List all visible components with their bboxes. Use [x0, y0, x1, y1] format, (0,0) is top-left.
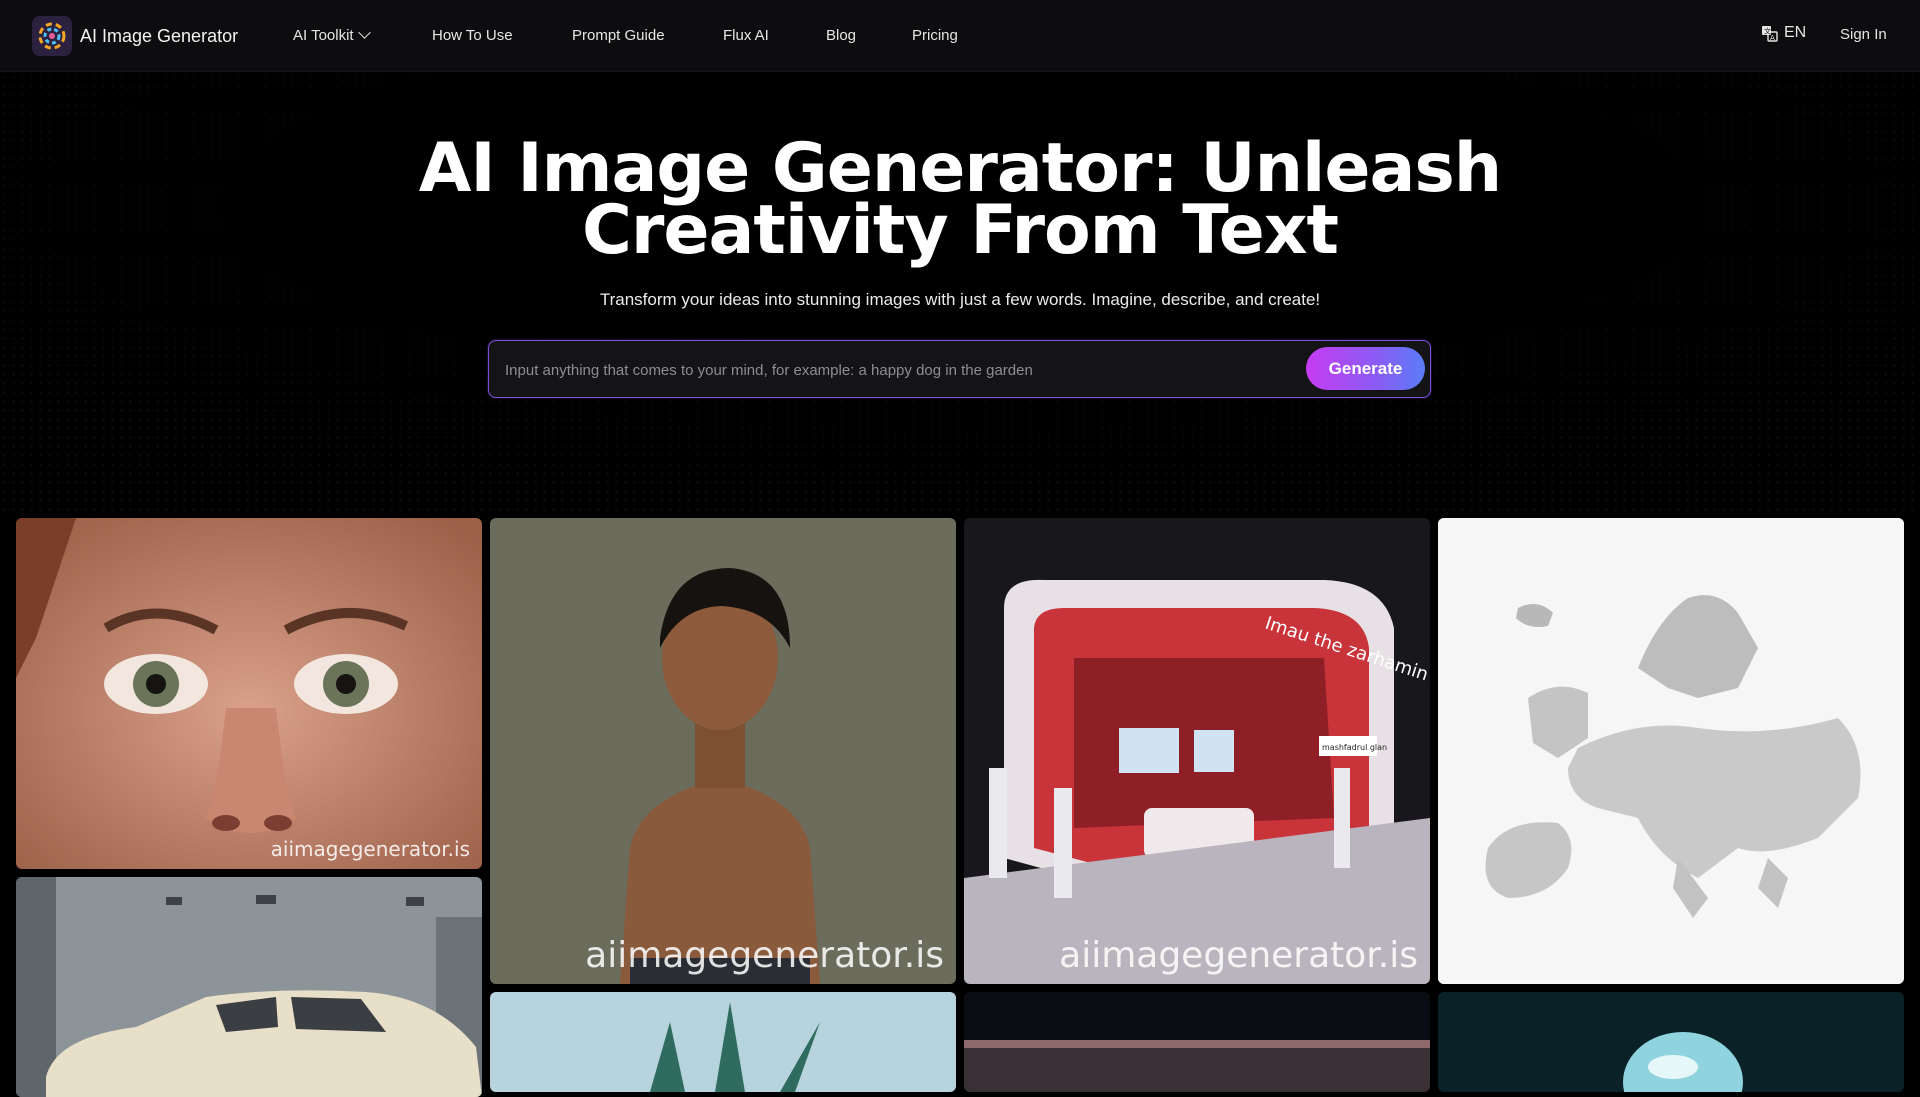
- exhibition-booth-image: Imau the zarhamin mashfadrul glan: [964, 518, 1430, 984]
- gallery-image-face[interactable]: aiimagegenerator.is: [16, 518, 482, 869]
- nav-flux-ai[interactable]: Flux AI: [723, 25, 769, 47]
- language-switcher[interactable]: 文 A EN: [1761, 24, 1806, 42]
- chevron-down-icon: [357, 26, 371, 39]
- top-nav: AI Image Generator AI Toolkit How To Use…: [0, 0, 1920, 72]
- nav-ai-toolkit[interactable]: AI Toolkit: [293, 25, 371, 47]
- prompt-input[interactable]: [503, 357, 1287, 383]
- face-closeup-image: [16, 518, 482, 869]
- booth-panel-text: mashfadrul glan: [1322, 743, 1387, 752]
- logo-swirl-icon: [38, 22, 66, 50]
- gallery-image-car[interactable]: [16, 877, 482, 1097]
- statue-crown-image: [490, 992, 956, 1092]
- nav-prompt-guide[interactable]: Prompt Guide: [572, 25, 665, 47]
- gallery-image-booth[interactable]: Imau the zarhamin mashfadrul glan aiimag…: [964, 518, 1430, 984]
- watermark-text: aiimagegenerator.is: [270, 837, 470, 861]
- language-label: EN: [1784, 24, 1807, 41]
- brand-logo[interactable]: [32, 16, 72, 56]
- hero-subtitle: Transform your ideas into stunning image…: [599, 290, 1321, 309]
- watermark-text: aiimagegenerator.is: [1059, 935, 1418, 976]
- brand-name[interactable]: AI Image Generator: [80, 24, 238, 48]
- gallery-image-map[interactable]: [1438, 518, 1904, 984]
- boy-portrait-image: [490, 518, 956, 984]
- gallery-image-landscape[interactable]: [964, 992, 1430, 1092]
- translate-icon: 文 A: [1762, 25, 1778, 42]
- night-landscape-image: [964, 992, 1430, 1092]
- nav-ai-toolkit-label: AI Toolkit: [293, 27, 354, 44]
- gallery-image-gem[interactable]: [1438, 992, 1904, 1092]
- europe-map-image: [1438, 518, 1904, 984]
- prompt-box: Generate: [488, 340, 1431, 398]
- svg-text:A: A: [1770, 34, 1775, 42]
- nav-how-to-use[interactable]: How To Use: [432, 25, 513, 47]
- hero-title: AI Image Generator: Unleash Creativity F…: [418, 129, 1502, 270]
- gallery-image-statue[interactable]: [490, 992, 956, 1092]
- nav-pricing[interactable]: Pricing: [912, 25, 958, 47]
- sign-in-link[interactable]: Sign In: [1840, 26, 1887, 43]
- gem-image: [1438, 992, 1904, 1092]
- gallery-image-boy[interactable]: aiimagegenerator.is: [490, 518, 956, 984]
- car-image: [16, 877, 482, 1097]
- watermark-text: aiimagegenerator.is: [585, 935, 944, 976]
- generate-button[interactable]: Generate: [1306, 347, 1425, 390]
- nav-blog[interactable]: Blog: [826, 25, 856, 47]
